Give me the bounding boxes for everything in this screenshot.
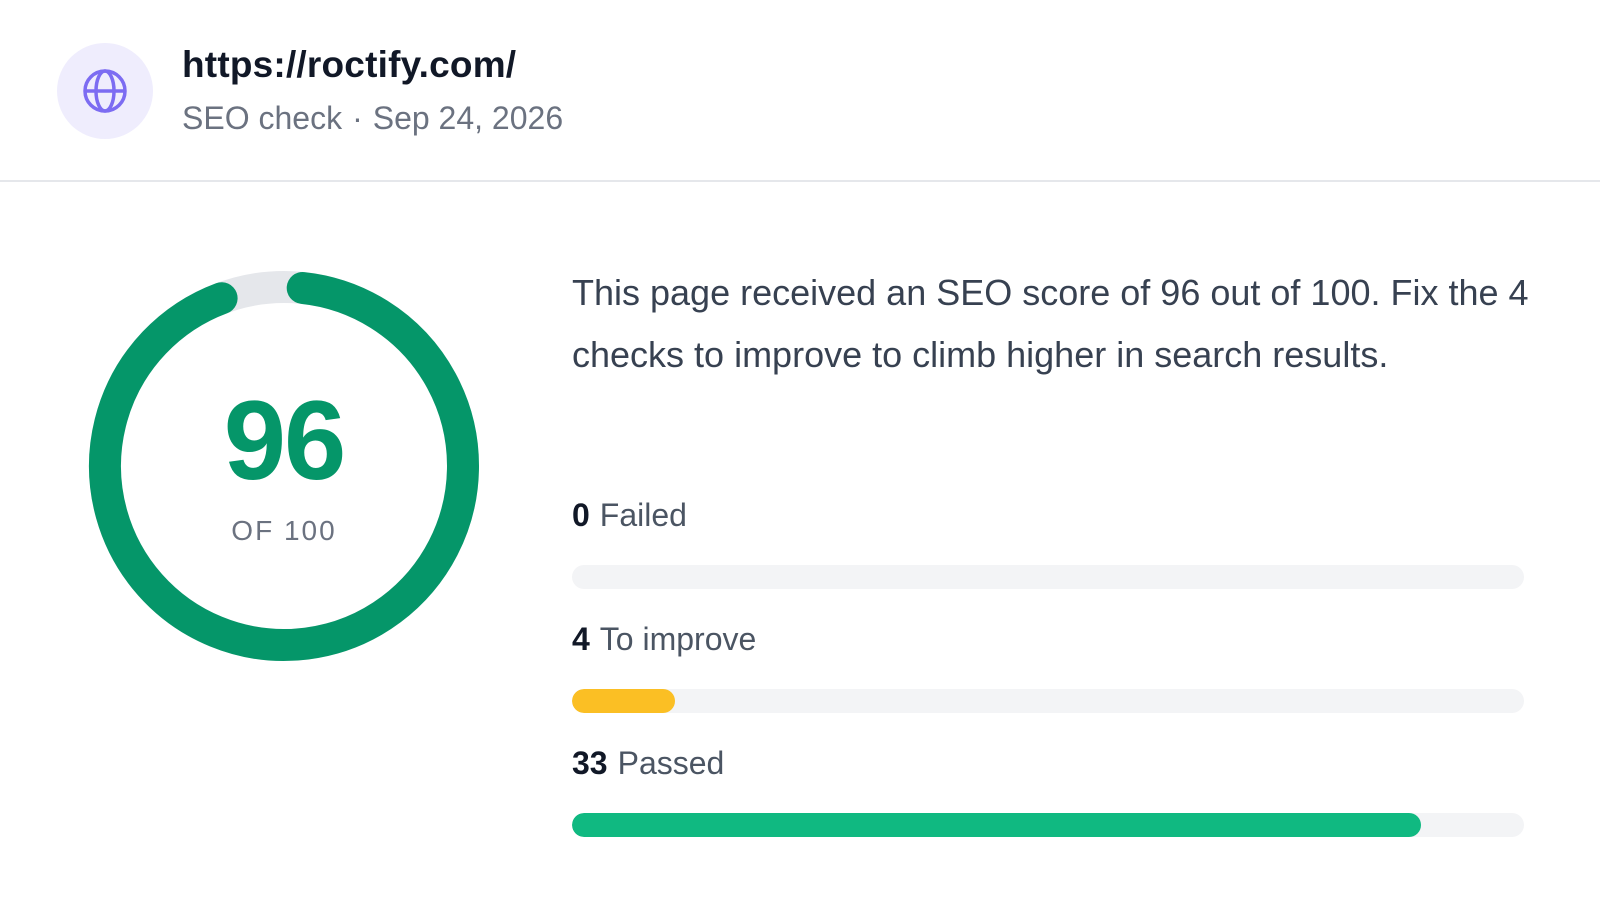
- metric-count: 33: [572, 745, 608, 781]
- score-value: 96: [223, 378, 347, 503]
- metric-count: 4: [572, 621, 590, 657]
- score-max-label: OF 100: [231, 515, 337, 546]
- check-date: Sep 24, 2026: [372, 100, 564, 136]
- metric-name: Passed: [617, 745, 725, 781]
- report-meta: SEO check · Sep 24, 2026: [182, 100, 563, 137]
- metric-failed-label: 0 Failed: [572, 497, 687, 534]
- metric-passed-bar: [572, 813, 1524, 837]
- metric-count: 0: [572, 497, 590, 533]
- check-type: SEO check: [182, 100, 343, 136]
- metric-name: Failed: [599, 497, 687, 533]
- site-avatar: [57, 43, 153, 139]
- metric-to-improve-bar: [572, 689, 1524, 713]
- metric-failed-bar: [572, 565, 1524, 589]
- globe-icon: [83, 69, 127, 113]
- report-header: https://roctify.com/ SEO check · Sep 24, 2…: [0, 0, 1600, 182]
- score-summary: This page received an SEO score of 96 ou…: [572, 272, 1529, 375]
- metric-name: To improve: [599, 621, 757, 657]
- site-url[interactable]: https://roctify.com/: [182, 44, 516, 86]
- metric-passed-label: 33 Passed: [572, 745, 724, 782]
- metric-bar-fill: [572, 689, 675, 713]
- metric-to-improve-label: 4 To improve: [572, 621, 756, 658]
- metric-bar-fill: [572, 813, 1422, 837]
- meta-separator: ·: [352, 100, 363, 136]
